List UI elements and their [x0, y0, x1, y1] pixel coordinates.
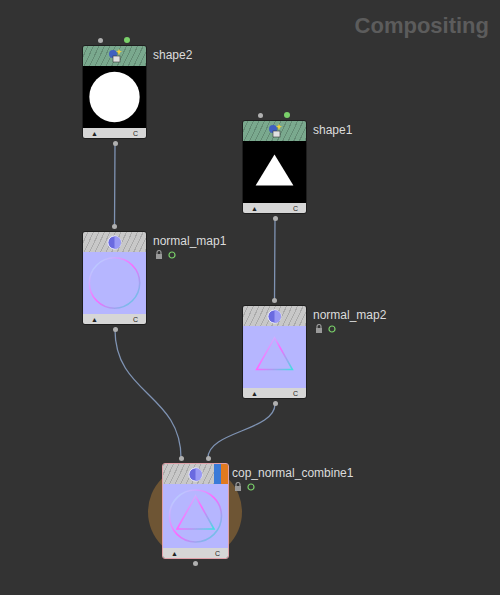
node-footer: ▲C [163, 548, 228, 558]
output-port[interactable] [113, 327, 118, 332]
node-footer: ▲C [83, 128, 146, 138]
input-port[interactable] [272, 298, 277, 303]
display-dot[interactable] [124, 37, 130, 43]
node-header [83, 232, 146, 252]
output-port[interactable] [273, 401, 278, 406]
node-footer: ▲C [83, 314, 146, 324]
context-title: Compositing [355, 12, 489, 40]
shape-icon [107, 48, 123, 64]
status-circle-icon[interactable] [247, 483, 255, 491]
display-flags[interactable] [214, 464, 228, 484]
output-port[interactable] [273, 216, 278, 221]
footer-left: ▲ [91, 130, 98, 137]
node[interactable]: ▲C [82, 231, 147, 325]
footer-left: ▲ [251, 205, 258, 212]
footer-right: C [293, 390, 298, 397]
input-port[interactable] [179, 456, 184, 461]
node-label: shape2 [153, 48, 192, 62]
output-port[interactable] [193, 561, 198, 566]
input-port[interactable] [258, 113, 263, 118]
lock-icon[interactable] [315, 324, 323, 333]
node-footer: ▲C [243, 203, 306, 213]
footer-right: C [133, 130, 138, 137]
wire[interactable] [274, 219, 276, 300]
node-label: cop_normal_combine1 [232, 466, 353, 491]
node-preview [243, 326, 306, 388]
wire[interactable] [208, 404, 275, 458]
normal-map-icon [188, 467, 203, 482]
footer-left: ▲ [91, 316, 98, 323]
node-footer: ▲C [243, 388, 306, 398]
footer-left: ▲ [251, 390, 258, 397]
footer-right: C [133, 316, 138, 323]
node-preview [243, 141, 306, 203]
normal-map-icon [107, 235, 122, 250]
wires [0, 0, 500, 595]
output-port[interactable] [113, 141, 118, 146]
wire[interactable] [114, 144, 116, 226]
normal-map-icon [267, 309, 282, 324]
node-label: shape1 [313, 123, 352, 137]
wire[interactable] [115, 330, 181, 458]
node-header [243, 306, 306, 326]
lock-icon[interactable] [234, 482, 242, 491]
node-label: normal_map1 [153, 234, 226, 259]
shape-icon [267, 123, 283, 139]
footer-left: ▲ [171, 550, 178, 557]
lock-icon[interactable] [155, 250, 163, 259]
node-header [163, 464, 228, 484]
status-circle-icon[interactable] [168, 251, 176, 259]
node[interactable]: ▲C [162, 463, 229, 559]
input-port[interactable] [206, 456, 211, 461]
footer-right: C [293, 205, 298, 212]
node[interactable]: ▲C [82, 45, 147, 139]
node-label: normal_map2 [313, 308, 386, 333]
node[interactable]: ▲C [242, 120, 307, 214]
node-header [243, 121, 306, 141]
node[interactable]: ▲C [242, 305, 307, 399]
input-port[interactable] [98, 38, 103, 43]
node-preview [163, 484, 228, 548]
display-dot[interactable] [284, 112, 290, 118]
status-circle-icon[interactable] [328, 325, 336, 333]
network-editor[interactable]: Compositing▲Cshape2▲Cshape1▲Cnormal_map1… [0, 0, 500, 595]
node-preview [83, 252, 146, 314]
footer-right: C [215, 550, 220, 557]
node-header [83, 46, 146, 66]
node-preview [83, 66, 146, 128]
input-port[interactable] [112, 224, 117, 229]
